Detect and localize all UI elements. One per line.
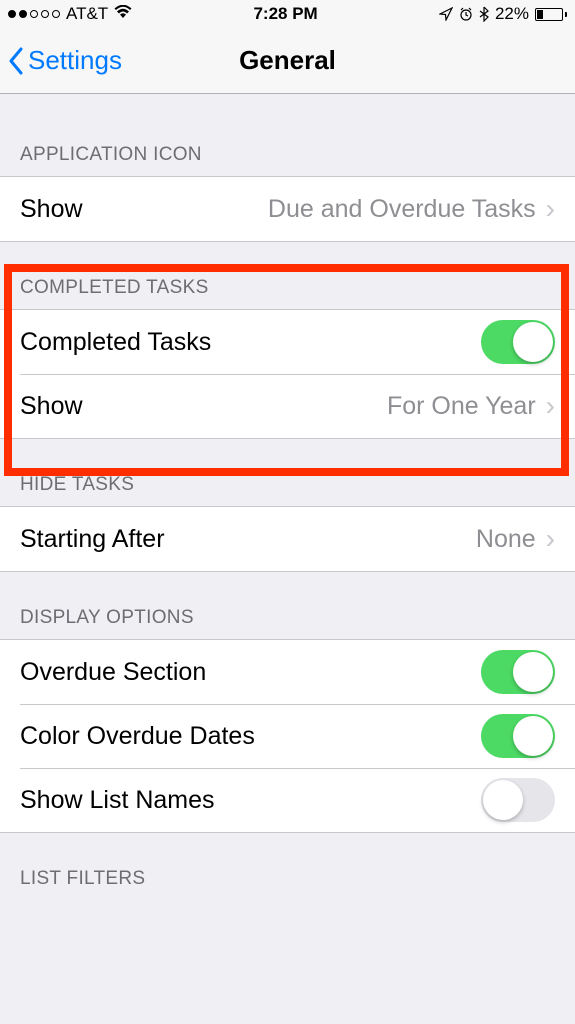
color-overdue-toggle[interactable]	[481, 714, 555, 758]
group-completed: Completed Tasks Show For One Year ›	[0, 309, 575, 439]
row-value: Due and Overdue Tasks	[268, 195, 536, 224]
chevron-left-icon	[8, 47, 24, 75]
row-label: Show	[20, 392, 387, 421]
chevron-right-icon: ›	[546, 195, 555, 223]
signal-strength-icon	[8, 10, 60, 18]
status-left: AT&T	[8, 4, 132, 24]
row-value: For One Year	[387, 392, 536, 421]
row-label: Completed Tasks	[20, 328, 481, 357]
bluetooth-icon	[479, 6, 489, 22]
status-time: 7:28 PM	[253, 4, 317, 24]
status-right: 22%	[439, 4, 567, 24]
row-label: Show	[20, 195, 268, 224]
row-completed-show[interactable]: Show For One Year ›	[0, 374, 575, 438]
section-header-app-icon: APPLICATION ICON	[0, 94, 575, 176]
navigation-bar: Settings General	[0, 28, 575, 94]
section-header-completed: COMPLETED TASKS	[0, 242, 575, 309]
group-app-icon: Show Due and Overdue Tasks ›	[0, 176, 575, 242]
show-list-names-toggle[interactable]	[481, 778, 555, 822]
battery-percentage: 22%	[495, 4, 529, 24]
section-header-filters: LIST FILTERS	[0, 833, 575, 900]
carrier-label: AT&T	[66, 4, 108, 24]
status-bar: AT&T 7:28 PM 22%	[0, 0, 575, 28]
row-label: Starting After	[20, 525, 476, 554]
wifi-icon	[114, 4, 132, 24]
row-label: Show List Names	[20, 786, 481, 815]
battery-icon	[535, 8, 567, 21]
chevron-right-icon: ›	[546, 525, 555, 553]
back-button[interactable]: Settings	[8, 45, 122, 76]
content-scroll[interactable]: APPLICATION ICON Show Due and Overdue Ta…	[0, 94, 575, 1024]
group-hide: Starting After None ›	[0, 506, 575, 572]
row-label: Overdue Section	[20, 658, 481, 687]
row-completed-toggle: Completed Tasks	[0, 310, 575, 374]
section-header-hide: HIDE TASKS	[0, 439, 575, 506]
back-label: Settings	[28, 45, 122, 76]
row-app-icon-show[interactable]: Show Due and Overdue Tasks ›	[0, 177, 575, 241]
row-color-overdue: Color Overdue Dates	[0, 704, 575, 768]
group-display: Overdue Section Color Overdue Dates Show…	[0, 639, 575, 833]
overdue-section-toggle[interactable]	[481, 650, 555, 694]
section-header-display: DISPLAY OPTIONS	[0, 572, 575, 639]
row-starting-after[interactable]: Starting After None ›	[0, 507, 575, 571]
row-overdue-section: Overdue Section	[0, 640, 575, 704]
row-value: None	[476, 525, 536, 554]
chevron-right-icon: ›	[546, 392, 555, 420]
alarm-icon	[459, 7, 473, 21]
completed-tasks-toggle[interactable]	[481, 320, 555, 364]
location-icon	[439, 7, 453, 21]
row-show-list-names: Show List Names	[0, 768, 575, 832]
row-label: Color Overdue Dates	[20, 722, 481, 751]
